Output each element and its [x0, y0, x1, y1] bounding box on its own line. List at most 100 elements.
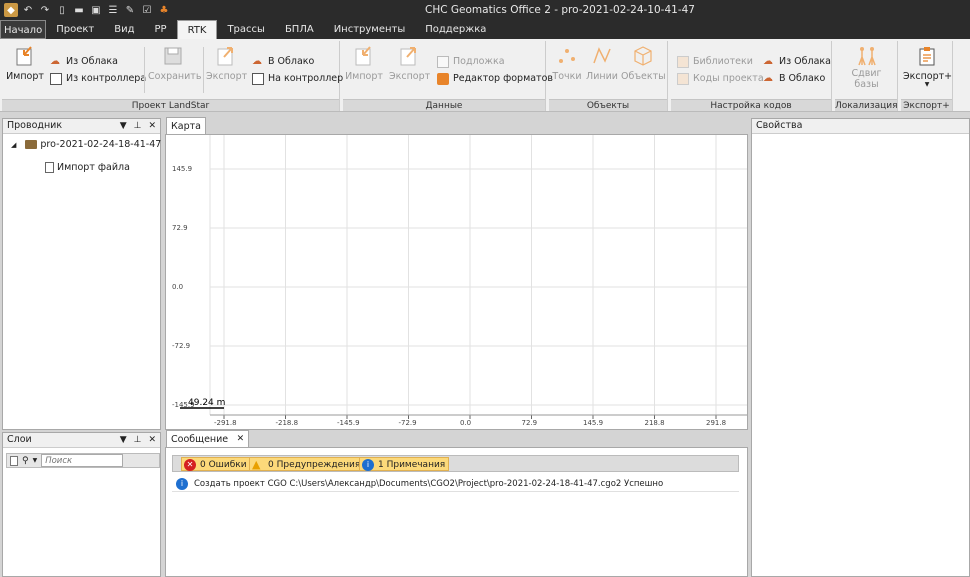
tab-support[interactable]: Поддержка	[415, 20, 496, 39]
group-localization: Сдвиг базы Локализация	[835, 41, 898, 111]
tab-pp[interactable]: PP	[145, 20, 177, 39]
controller-icon	[50, 72, 62, 85]
map-x-tick: 145.9	[583, 419, 603, 427]
data-import-button[interactable]: Импорт	[345, 45, 383, 82]
map-y-tick: 72.9	[172, 224, 188, 232]
export-icon	[400, 47, 416, 66]
window-title: CHC Geomatics Office 2 - pro-2021-02-24-…	[425, 4, 695, 16]
tab-project[interactable]: Проект	[46, 20, 104, 39]
messages-panel: ✕ 0 Ошибки ▲ 0 Предупреждения i 1 Примеч…	[165, 447, 748, 577]
cloud-upload-icon: ☁	[763, 72, 773, 84]
tree-import-file-node[interactable]: Импорт файла	[45, 162, 130, 173]
project-codes-button[interactable]: Коды проекта	[677, 71, 764, 86]
explorer-panel: Проводник ▼ ⊥ ✕ ◢ pro-2021-02-24-18-41-4…	[2, 118, 161, 430]
tab-view[interactable]: Вид	[104, 20, 144, 39]
tree-project-node[interactable]: ◢ pro-2021-02-24-18-41-47	[11, 139, 161, 150]
map-y-axis: 145.972.90.0-72.9-145.9	[172, 165, 195, 409]
points-icon	[559, 49, 575, 63]
group-label: Настройка кодов	[671, 99, 831, 111]
project-folder-icon	[25, 140, 38, 149]
dropdown-arrow-icon: ▼	[924, 81, 930, 88]
group-label: Экспорт+	[901, 99, 952, 111]
cube-icon	[634, 46, 652, 66]
panel-controls: ▼ ⊥ ✕	[120, 433, 156, 447]
project-name: pro-2021-02-24-18-41-47	[40, 139, 162, 150]
tab-rtk[interactable]: RTK	[176, 20, 218, 39]
layers-toolbar: ⚲ ▼	[6, 453, 160, 468]
chevron-down-icon[interactable]: ▼	[33, 457, 38, 464]
save-button[interactable]: Сохранить	[148, 45, 201, 82]
tab-home[interactable]: Начало	[0, 20, 47, 39]
info-icon: i	[362, 459, 374, 471]
lines-icon	[593, 47, 611, 64]
group-label: Объекты	[549, 99, 667, 111]
controller-icon	[252, 72, 264, 85]
map-x-tick: 72.9	[522, 419, 538, 427]
ribbon: Импорт ☁ Из Облака Из контроллера Сохран…	[0, 39, 970, 112]
map-grid	[209, 135, 747, 415]
cloud-download-icon: ☁	[763, 55, 773, 67]
close-icon[interactable]: ✕	[148, 433, 156, 447]
export-icon	[217, 47, 233, 66]
tab-routes[interactable]: Трассы	[217, 20, 274, 39]
map-canvas[interactable]: 145.9 72.9 0.0 -72.9 -145.9 -291.8 -218.8 -145…	[166, 135, 747, 429]
import-button[interactable]: Импорт	[6, 45, 44, 82]
codes-icon	[677, 72, 689, 85]
close-icon[interactable]: ✕	[148, 119, 156, 133]
notes-filter[interactable]: i 1 Примечания	[359, 457, 450, 471]
data-export-button[interactable]: Экспорт	[389, 45, 430, 82]
tab-map[interactable]: Карта	[166, 117, 206, 135]
group-landstar-project: Импорт ☁ Из Облака Из контроллера Сохран…	[2, 41, 343, 111]
clipboard-icon	[919, 47, 935, 66]
pin-icon[interactable]: ⊥	[134, 119, 142, 133]
codes-to-cloud-button[interactable]: ☁ В Облако	[763, 71, 825, 86]
from-cloud-button[interactable]: ☁ Из Облака	[50, 54, 118, 69]
lines-button[interactable]: Линии	[586, 45, 618, 82]
tab-messages[interactable]: Сообщение ✕	[166, 430, 250, 448]
to-cloud-button[interactable]: ☁ В Облако	[252, 54, 314, 69]
exportplus-button[interactable]: Экспорт+ ▼	[903, 45, 952, 88]
errors-filter[interactable]: ✕ 0 Ошибки	[181, 457, 251, 471]
pin-icon[interactable]: ⊥	[134, 433, 142, 447]
layer-search-input[interactable]	[41, 454, 124, 467]
codes-from-cloud-button[interactable]: ☁ Из Облака	[763, 54, 831, 69]
layers-header: Слои ▼ ⊥ ✕	[3, 433, 160, 448]
error-icon: ✕	[184, 459, 196, 471]
background-button[interactable]: Подложка	[437, 54, 505, 69]
cloud-upload-icon: ☁	[252, 55, 262, 67]
title-bar: ◆ ↶ ↷ ▯ ▬ ▣ ☰ ✎ ☑ ♣ CHC Geomatics Office…	[0, 0, 970, 20]
from-controller-button[interactable]: Из контроллера	[50, 71, 146, 86]
tab-uav[interactable]: БПЛА	[275, 20, 324, 39]
dropdown-icon[interactable]: ▼	[120, 119, 127, 133]
base-shift-button[interactable]: Сдвиг базы	[839, 45, 894, 90]
group-label: Проект LandStar	[2, 99, 339, 111]
layers-panel: Слои ▼ ⊥ ✕ ⚲ ▼	[2, 432, 161, 577]
map-tab-strip: Карта	[165, 117, 748, 135]
dropdown-icon[interactable]: ▼	[120, 433, 127, 447]
search-icon[interactable]: ⚲	[22, 456, 29, 466]
map-x-tick: -291.8	[214, 419, 237, 427]
message-filter-bar: ✕ 0 Ошибки ▲ 0 Предупреждения i 1 Примеч…	[172, 455, 739, 472]
save-icon	[164, 47, 182, 65]
to-controller-button[interactable]: На контроллер	[252, 71, 343, 86]
separator	[144, 47, 145, 93]
group-exportplus: Экспорт+ ▼ Экспорт+	[901, 41, 953, 111]
message-row[interactable]: i Создать проект CGO C:\Users\Александр\…	[172, 476, 739, 492]
close-icon[interactable]: ✕	[237, 431, 245, 448]
properties-header: Свойства	[752, 119, 969, 134]
import-icon	[355, 46, 371, 66]
new-layer-icon[interactable]	[10, 455, 18, 466]
group-data: Импорт Экспорт Подложка Редактор формато…	[343, 41, 553, 111]
format-editor-button[interactable]: Редактор форматов	[437, 71, 553, 86]
export-button[interactable]: Экспорт	[206, 45, 247, 82]
objects-button[interactable]: Объекты	[621, 45, 666, 82]
points-button[interactable]: Точки	[551, 45, 583, 82]
separator	[203, 47, 204, 93]
tab-tools[interactable]: Инструменты	[324, 20, 416, 39]
collapse-arrow-icon[interactable]: ◢	[11, 141, 16, 149]
warnings-filter[interactable]: ▲ 0 Предупреждения	[249, 457, 365, 471]
libraries-button[interactable]: Библиотеки	[677, 54, 753, 69]
group-code-settings: Библиотеки Коды проекта ☁ Из Облака ☁ В …	[671, 41, 832, 111]
message-text: Создать проект CGO C:\Users\Александр\Do…	[194, 479, 664, 489]
group-label: Данные	[343, 99, 545, 111]
